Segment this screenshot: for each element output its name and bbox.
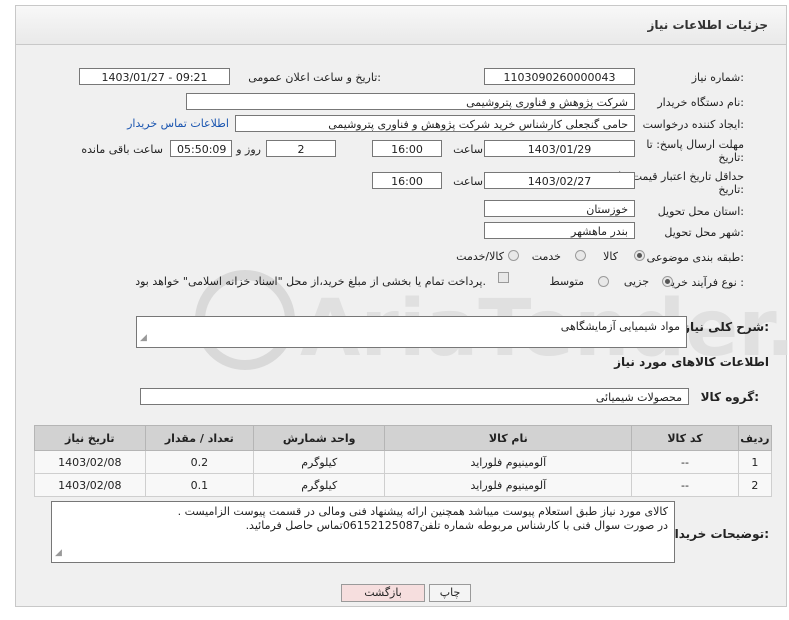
table-header-row: ردیف کد کالا نام کالا واحد شمارش تعداد /… [34, 425, 773, 451]
back-button[interactable]: بازگشت [341, 584, 425, 602]
category-option-goods: کالا [603, 250, 618, 263]
item-name-cell: آلومینیوم فلوراید [384, 450, 633, 474]
goods-group-field: محصولات شیمیائی [140, 388, 689, 405]
price-validity-time-label: ساعت [453, 175, 483, 188]
delivery-province-field: خوزستان [484, 200, 635, 217]
days-label: روز و [236, 143, 261, 156]
buyer-notes-label: توضیحات خریدار: [667, 527, 769, 541]
resize-handle-icon[interactable]: ◢ [55, 546, 62, 560]
category-label: طبقه بندی موضوعی: [646, 251, 744, 264]
unit-cell: کیلوگرم [253, 450, 386, 474]
table-row: 1 -- آلومینیوم فلوراید کیلوگرم 0.2 1403/… [34, 450, 773, 474]
buyer-org-field: شرکت پژوهش و فناوری پتروشیمی [186, 93, 635, 110]
remaining-time-label: ساعت باقی مانده [81, 143, 163, 156]
category-option-goods-service: کالا/خدمت [456, 250, 504, 263]
need-number-field: 1103090260000043 [484, 68, 635, 85]
treasury-payment-checkbox[interactable] [498, 272, 509, 283]
description-label: شرح کلی نیاز: [683, 320, 769, 334]
process-option-medium: متوسط [549, 275, 584, 288]
resize-handle-icon[interactable]: ◢ [140, 331, 147, 345]
process-radio-medium[interactable] [598, 276, 609, 287]
delivery-city-label: شهر محل تحویل: [664, 226, 744, 239]
requester-field: حامی گنجعلی کارشناس خرید شرکت پژوهش و فن… [235, 115, 635, 132]
column-header: کد کالا [631, 425, 739, 451]
print-button[interactable]: چاپ [429, 584, 471, 602]
need-number-label: شماره نیاز: [691, 71, 744, 84]
panel-title: جزئیات اطلاعات نیاز [647, 18, 768, 32]
category-radio-service[interactable] [575, 250, 586, 261]
goods-group-label: گروه کالا: [700, 390, 759, 404]
buyer-contact-link[interactable]: اطلاعات تماس خریدار [127, 117, 229, 130]
buyer-notes-line: در صورت سوال فنی با کارشناس مربوطه شماره… [245, 519, 668, 532]
quantity-cell: 0.1 [144, 473, 255, 497]
goods-table: ردیف کد کالا نام کالا واحد شمارش تعداد /… [34, 425, 773, 497]
column-header: ردیف [737, 425, 773, 451]
price-validity-label-date: تاریخ: [718, 183, 744, 196]
category-option-service: خدمت [531, 250, 561, 263]
delivery-city-field: بندر ماهشهر [484, 222, 635, 239]
process-radio-minor[interactable] [662, 276, 673, 287]
reply-deadline-time-field: 16:00 [372, 140, 442, 157]
requester-label: ایجاد کننده درخواست: [642, 118, 744, 131]
column-header: نام کالا [384, 425, 633, 451]
goods-section-title: اطلاعات کالاهای مورد نیاز [614, 355, 769, 369]
buyer-notes-textarea[interactable]: کالای مورد نیاز طبق استعلام پیوست میباشد… [51, 501, 675, 563]
row-number-cell: 1 [737, 450, 773, 474]
treasury-payment-note: پرداخت تمام یا بخشی از مبلغ خرید،از محل … [135, 275, 486, 288]
buyer-org-label: نام دستگاه خریدار: [657, 96, 744, 109]
item-code-cell: -- [631, 450, 739, 474]
column-header: تاریخ نیاز [34, 425, 146, 451]
remaining-time-field: 05:50:09 [170, 140, 232, 157]
need-date-cell: 1403/02/08 [34, 450, 146, 474]
column-header: واحد شمارش [253, 425, 386, 451]
table-row: 2 -- آلومینیوم فلوراید کیلوگرم 0.1 1403/… [34, 473, 773, 497]
item-code-cell: -- [631, 473, 739, 497]
row-number-cell: 2 [737, 473, 773, 497]
reply-time-label: ساعت [453, 143, 483, 156]
reply-deadline-date-field: 1403/01/29 [484, 140, 635, 157]
price-validity-date-field: 1403/02/27 [484, 172, 635, 189]
quantity-cell: 0.2 [144, 450, 255, 474]
description-textarea[interactable]: مواد شیمیایی آزمایشگاهی ◢ [136, 316, 687, 348]
remaining-days-field: 2 [266, 140, 336, 157]
column-header: تعداد / مقدار [144, 425, 255, 451]
process-option-minor: جزیی [623, 275, 649, 288]
description-text: مواد شیمیایی آزمایشگاهی [560, 320, 680, 333]
item-name-cell: آلومینیوم فلوراید [384, 473, 633, 497]
delivery-province-label: استان محل تحویل: [657, 205, 744, 218]
announce-datetime-label: تاریخ و ساعت اعلان عمومی: [248, 71, 381, 84]
buyer-notes-line: کالای مورد نیاز طبق استعلام پیوست میباشد… [177, 505, 668, 518]
price-validity-label: حداقل تاریخ اعتبار قیمت: تا [618, 170, 744, 183]
category-radio-goods[interactable] [634, 250, 645, 261]
unit-cell: کیلوگرم [253, 473, 386, 497]
announce-datetime-field: 1403/01/27 - 09:21 [79, 68, 230, 85]
purchase-process-label: نوع فرآیند خرید : [666, 276, 744, 289]
reply-deadline-label-date: تاریخ: [718, 151, 744, 164]
reply-deadline-label: مهلت ارسال پاسخ: تا [646, 138, 744, 151]
price-validity-time-field: 16:00 [372, 172, 442, 189]
panel-header: جزئیات اطلاعات نیاز [16, 6, 786, 45]
need-date-cell: 1403/02/08 [34, 473, 146, 497]
category-radio-goods-service[interactable] [508, 250, 519, 261]
